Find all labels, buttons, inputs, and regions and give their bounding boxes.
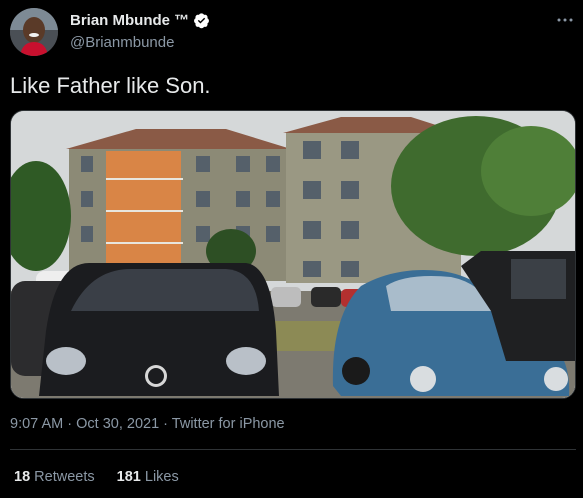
tweet-time[interactable]: 9:07 AM	[10, 416, 63, 432]
tweet-photo[interactable]	[10, 110, 576, 399]
tweet-source[interactable]: Twitter for iPhone	[172, 416, 285, 432]
author-handle[interactable]: @Brianmbunde	[70, 34, 210, 51]
photo-illustration	[11, 111, 575, 398]
like-count: 181	[116, 469, 141, 485]
retweet-label: Retweets	[34, 469, 95, 485]
like-label: Likes	[144, 469, 179, 485]
more-dots-icon[interactable]	[557, 10, 573, 26]
author-name-row[interactable]: Brian Mbunde ™	[70, 12, 210, 29]
tweet-text: Like Father like Son.	[10, 73, 211, 98]
tweet-timestamp[interactable]: 9:07 AM · Oct 30, 2021 · Twitter for iPh…	[10, 416, 285, 432]
tweet-header: Brian Mbunde ™ @Brianmbunde	[10, 8, 575, 58]
separator-dot: ·	[163, 416, 169, 432]
tweet-date[interactable]: Oct 30, 2021	[76, 416, 159, 432]
engagement-stats: 18 Retweets 181 Likes	[14, 469, 197, 485]
avatar[interactable]	[10, 8, 58, 56]
separator-dot: ·	[67, 416, 73, 432]
retweets-stat[interactable]: 18 Retweets	[14, 469, 95, 485]
retweet-count: 18	[14, 469, 31, 485]
divider	[10, 449, 576, 450]
author-display-name[interactable]: Brian Mbunde ™	[70, 12, 189, 29]
likes-stat[interactable]: 181 Likes	[117, 469, 179, 485]
verified-badge-icon	[193, 12, 210, 29]
